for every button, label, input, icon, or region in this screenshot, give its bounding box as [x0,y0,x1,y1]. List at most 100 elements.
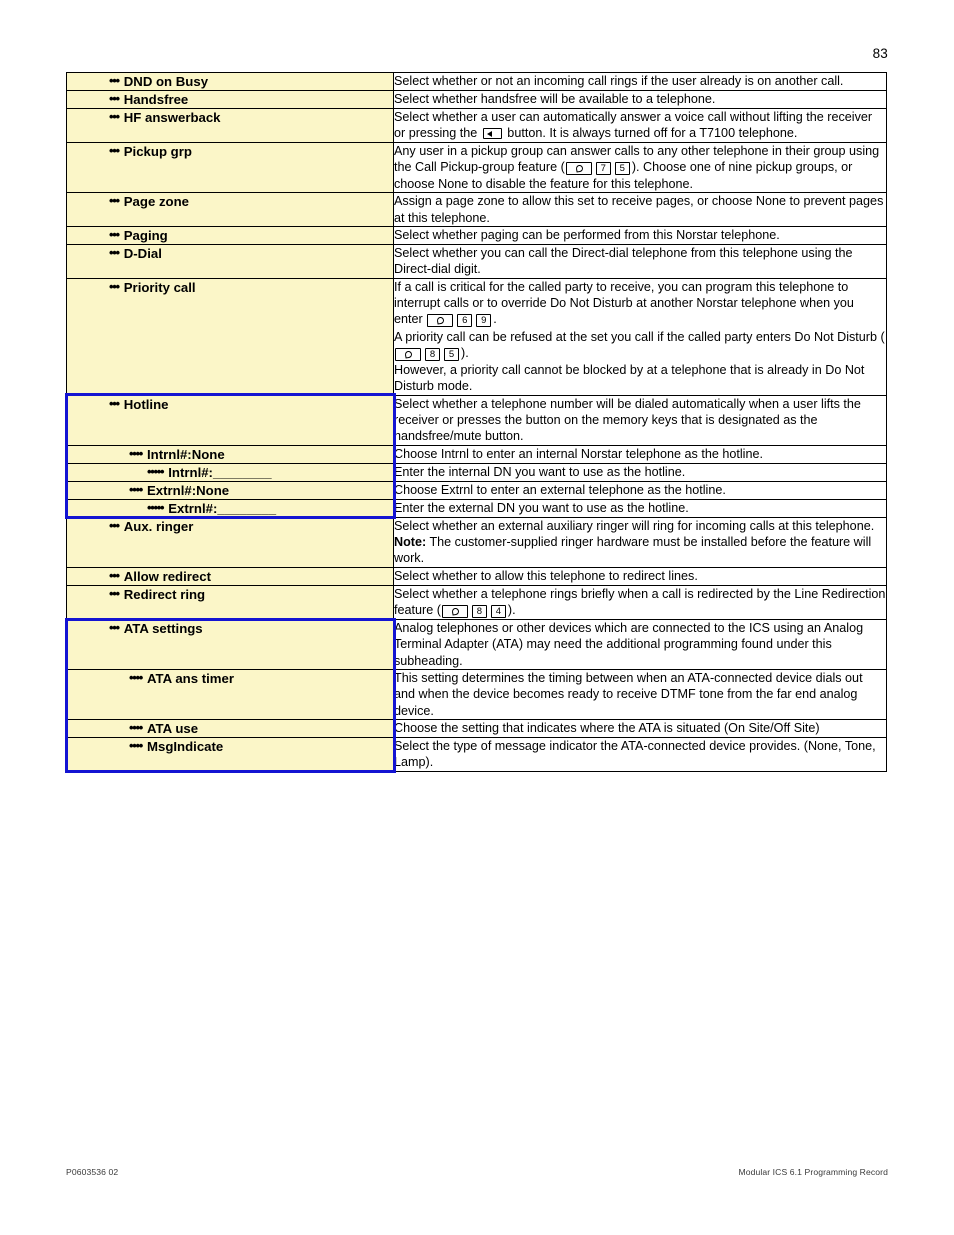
setting-description-cell: If a call is critical for the called par… [393,277,887,396]
table-row: •••• ATA use Choose the setting that indi… [66,718,887,738]
description-text: This setting determines the timing betwe… [394,671,863,718]
setting-name: HF answerback [123,110,221,125]
table-row: •••• ATA ans timer This setting determine… [66,669,887,720]
table-row: ••• Pickup grp Any user in a pickup group… [66,141,887,194]
setting-description-cell: Select the type of message indicator the… [393,736,887,772]
feature-key-icon [565,162,592,176]
description-text: Choose Intrnl to enter an internal Norst… [394,446,763,461]
setting-name: ATA settings [123,621,203,637]
table-row: ••• Allow redirect Select whether to allo… [66,566,887,586]
setting-label-cell[interactable]: ••• Page zone [66,192,394,228]
table-row: ••• HF answerback Select whether a user c… [66,108,887,143]
setting-name: Extrnl#:None [147,482,230,498]
bullet-icon: •••• [129,737,143,753]
table-row: ••• Priority call If a call is critical f… [66,277,887,396]
digit-key: 8 [425,348,440,362]
setting-name: ATA use [147,720,199,736]
setting-label-cell[interactable]: ••• Aux. ringer [66,516,394,568]
setting-description-cell: This setting determines the timing betwe… [393,669,887,720]
setting-description-cell: Enter the internal DN you want to use as… [393,462,887,482]
setting-label: •••• MsgIndicate [67,738,393,755]
setting-label-cell[interactable]: ••• Redirect ring [66,584,394,621]
setting-label-cell[interactable]: ••• Handsfree [66,90,394,109]
note-label: Note: [394,534,427,549]
setting-label-cell[interactable]: •••• ATA use [66,718,394,738]
bullet-icon: ••• [109,585,120,601]
setting-label: ••••• Extrnl#:________ [67,500,393,517]
table-row: •••• MsgIndicate Select the type of messa… [66,736,887,772]
setting-label-cell[interactable]: ••• HF answerback [66,108,394,143]
setting-description-cell: Select whether handsfree will be availab… [393,90,887,109]
description-note: Note: The customer-supplied ringer hardw… [394,534,886,567]
bullet-icon: •••• [129,481,143,497]
description-text: A priority call can be refused at the se… [394,329,885,344]
setting-label-cell[interactable]: ••• Priority call [66,277,394,396]
setting-label-cell[interactable]: ••• D-Dial [66,244,394,279]
feature-key-icon [427,314,454,328]
setting-label: •••• Extrnl#:None [67,482,393,499]
digit-key: 5 [614,162,630,176]
table-row: ••• Hotline Select whether a telephone nu… [66,394,887,446]
setting-label-cell[interactable]: ••• Pickup grp [66,141,394,194]
setting-description-cell: Choose Intrnl to enter an internal Norst… [393,444,887,464]
setting-name: Priority call [123,279,196,295]
handsfree-mute-button-icon [482,128,502,140]
setting-description-cell: Select whether to allow this telephone t… [393,566,887,586]
table-row: ••• ATA settings Analog telephones or oth… [66,619,887,671]
setting-description-cell: Select whether paging can be performed f… [393,226,887,246]
setting-label: ••••• Intrnl#:________ [67,464,393,481]
setting-description-cell: Choose the setting that indicates where … [393,718,887,738]
bullet-icon: ••••• [147,463,165,479]
table-row: ••• Handsfree Select whether handsfree wi… [66,90,887,109]
bullet-icon: •••• [129,445,143,461]
setting-label: •••• Intrnl#:None [67,446,393,463]
setting-name: Handsfree [123,92,189,107]
setting-name: Redirect ring [123,586,206,602]
feature-code-keys: 75 [565,160,632,176]
setting-label-cell[interactable]: ••• DND on Busy [66,72,394,91]
setting-label-cell[interactable]: ••• Paging [66,226,394,246]
feature-key-icon [441,605,468,618]
description-text: Choose Extrnl to enter an external telep… [394,482,726,497]
setting-description-cell: Enter the external DN you want to use as… [393,498,887,518]
bullet-icon: ••• [109,395,120,411]
digit-key: 6 [457,314,473,328]
description-text: Assign a page zone to allow this set to … [394,194,884,225]
description-paragraph: Select whether an external auxiliary rin… [394,518,875,533]
setting-description-cell: Select whether or not an incoming call r… [393,72,887,91]
table-row: ••••• Intrnl#:________ Enter the internal… [66,462,887,482]
setting-description-cell: Analog telephones or other devices which… [393,619,887,671]
setting-label-cell[interactable]: •••• Extrnl#:None [66,480,394,500]
description-paragraph: If a call is critical for the called par… [394,279,886,329]
footer-document-code: P0603536 02 [66,1167,119,1177]
description-text: button. It is always turned off for a T7… [503,126,798,141]
bullet-icon: ••• [109,91,120,106]
setting-label-cell[interactable]: •••• Intrnl#:None [66,444,394,464]
table-row: ••• Redirect ring Select whether a teleph… [66,584,887,621]
bullet-icon: ••• [109,245,120,261]
table-row: •••• Extrnl#:None Choose Extrnl to enter … [66,480,887,500]
digit-key: 5 [444,348,459,362]
setting-label-cell[interactable]: ••••• Extrnl#:________ [66,498,394,518]
feature-code-keys: 85 [394,346,461,362]
table-row: ••• Page zone Assign a page zone to allow… [66,192,887,228]
description-text: Select whether or not an incoming call r… [394,74,844,88]
bullet-icon: ••• [109,517,120,533]
description-text: Select whether handsfree will be availab… [394,92,716,106]
description-text: Choose the setting that indicates where … [394,720,820,735]
description-paragraph: A priority call can be refused at the se… [394,329,886,363]
setting-label-cell[interactable]: ••• Hotline [66,394,394,446]
description-paragraph: However, a priority call cannot be block… [394,363,865,394]
description-text: Enter the external DN you want to use as… [394,500,689,515]
bullet-icon: ••• [109,567,120,583]
setting-label-cell[interactable]: •••• ATA ans timer [66,669,394,720]
setting-name: Allow redirect [123,568,211,584]
description-text: Analog telephones or other devices which… [394,621,864,668]
setting-name: DND on Busy [123,74,209,89]
bullet-icon: ••• [109,142,120,158]
setting-label-cell[interactable]: ••• ATA settings [66,619,394,671]
setting-name: Intrnl#:None [147,446,225,462]
setting-label-cell[interactable]: ••••• Intrnl#:________ [66,462,394,482]
setting-label-cell[interactable]: ••• Allow redirect [66,566,394,586]
setting-label-cell[interactable]: •••• MsgIndicate [66,736,394,772]
